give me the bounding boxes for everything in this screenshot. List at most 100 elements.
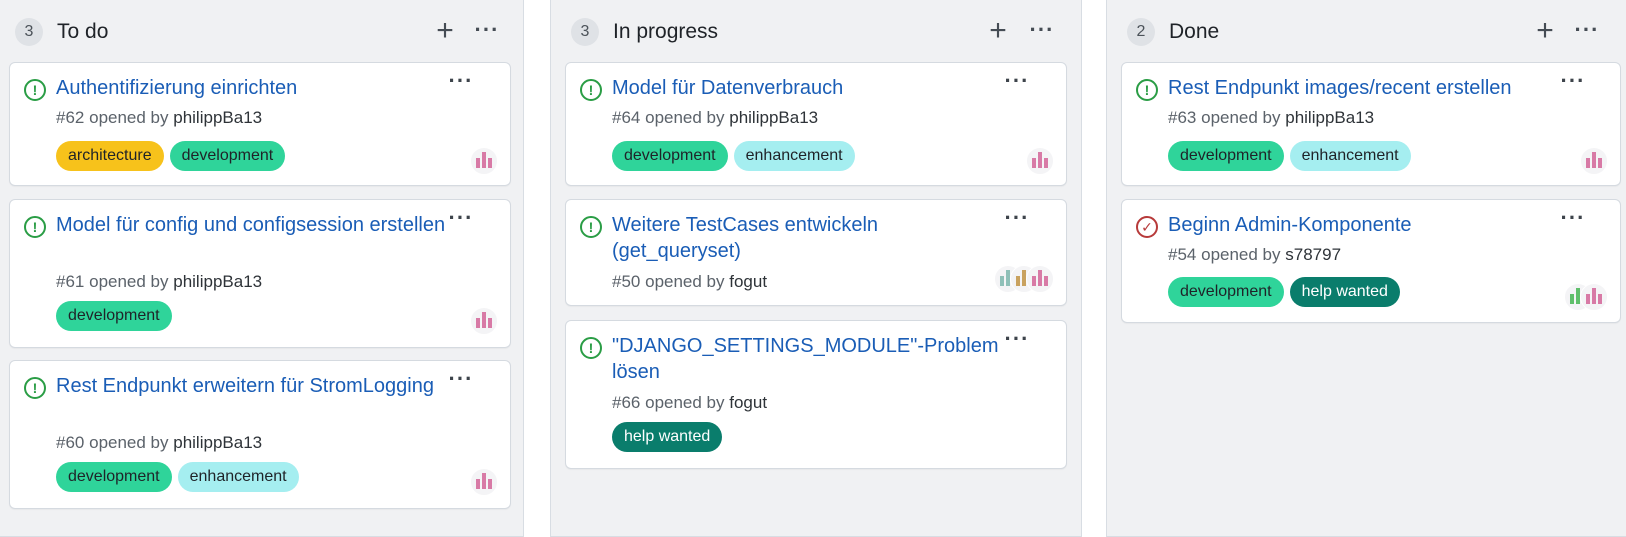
- opened-by-text: opened by: [89, 108, 169, 127]
- label-list: development help wanted: [1168, 277, 1400, 307]
- issue-number: #66: [612, 393, 641, 412]
- opened-by-text: opened by: [1201, 108, 1281, 127]
- column-menu-kebab-icon[interactable]: ···: [1573, 14, 1601, 50]
- issue-card[interactable]: ! Rest Endpunkt images/recent erstellen #6…: [1121, 62, 1621, 186]
- issue-author-link[interactable]: philippBa13: [173, 272, 262, 291]
- card-menu-kebab-icon[interactable]: ···: [1002, 70, 1032, 97]
- card-menu-kebab-icon[interactable]: ···: [446, 368, 476, 395]
- label-list: development enhancement: [1168, 141, 1411, 171]
- card-menu-kebab-icon[interactable]: ···: [1002, 328, 1032, 355]
- issue-meta: #60 opened by philippBa13: [56, 432, 262, 454]
- label-architecture[interactable]: architecture: [56, 141, 164, 171]
- label-enhancement[interactable]: enhancement: [177, 462, 299, 492]
- issue-title-link[interactable]: Rest Endpunkt images/recent erstellen: [1168, 75, 1560, 101]
- issue-title-link[interactable]: Beginn Admin-Komponente: [1168, 212, 1560, 238]
- label-list: architecture development: [56, 141, 286, 171]
- card-menu-kebab-icon[interactable]: ···: [446, 207, 476, 234]
- board-column-1: 3 In progress + ···! Model für Datenverbrauc…: [550, 0, 1082, 537]
- issue-author-link[interactable]: philippBa13: [173, 433, 262, 452]
- column-menu-kebab-icon[interactable]: ···: [1028, 14, 1056, 50]
- opened-by-text: opened by: [89, 272, 169, 291]
- issue-closed-icon: ✓: [1136, 216, 1158, 238]
- column-count-badge: 2: [1127, 18, 1155, 46]
- label-help-wanted[interactable]: help wanted: [612, 422, 723, 452]
- issue-card[interactable]: ! Authentifizierung einrichten #62 opened …: [9, 62, 511, 186]
- assignee-avatars: [470, 468, 498, 496]
- issue-title-link[interactable]: Model für config und configsession erste…: [56, 212, 448, 238]
- assignee-avatar[interactable]: [1026, 147, 1054, 175]
- issue-number: #62: [56, 108, 85, 127]
- label-enhancement[interactable]: enhancement: [1289, 141, 1411, 171]
- issue-meta: #62 opened by philippBa13: [56, 107, 262, 129]
- card-menu-kebab-icon[interactable]: ···: [1558, 70, 1588, 97]
- issue-card[interactable]: ! Model für Datenverbrauch #64 opened by p…: [565, 62, 1067, 186]
- issue-number: #60: [56, 433, 85, 452]
- opened-by-text: opened by: [1201, 245, 1281, 264]
- issue-number: #61: [56, 272, 85, 291]
- issue-author-link[interactable]: philippBa13: [173, 108, 262, 127]
- add-card-plus-icon[interactable]: +: [431, 14, 459, 50]
- column-menu-kebab-icon[interactable]: ···: [473, 14, 501, 50]
- card-menu-kebab-icon[interactable]: ···: [1558, 207, 1588, 234]
- assignee-avatar[interactable]: [470, 307, 498, 335]
- issue-open-icon: !: [24, 377, 46, 399]
- assignee-avatar[interactable]: [1580, 283, 1608, 311]
- assignee-avatars: [994, 265, 1054, 293]
- column-title: In progress: [613, 20, 719, 43]
- issue-card[interactable]: ! Rest Endpunkt erweitern für StromLoggin…: [9, 360, 511, 509]
- issue-author-link[interactable]: fogut: [729, 272, 767, 291]
- board-column-0: 3 To do + ···! Authentifizierung einrichten #…: [0, 0, 524, 537]
- column-count-badge: 3: [571, 18, 599, 46]
- issue-card[interactable]: ! Weitere TestCases entwickeln (get_query…: [565, 199, 1067, 306]
- issue-card[interactable]: ✓ Beginn Admin-Komponente #54 opened by s7…: [1121, 199, 1621, 323]
- label-development[interactable]: development: [169, 141, 286, 171]
- board-column-2: 2 Done + ···! Rest Endpunkt images/recent er…: [1106, 0, 1626, 537]
- issue-card[interactable]: ! Model für config und configsession erst…: [9, 199, 511, 348]
- column-count-badge: 3: [15, 18, 43, 46]
- card-menu-kebab-icon[interactable]: ···: [1002, 207, 1032, 234]
- issue-title-link[interactable]: Rest Endpunkt erweitern für StromLogging: [56, 373, 448, 399]
- issue-author-link[interactable]: philippBa13: [729, 108, 818, 127]
- issue-meta: #54 opened by s78797: [1168, 244, 1341, 266]
- assignee-avatar[interactable]: [1580, 147, 1608, 175]
- label-development[interactable]: development: [1168, 277, 1284, 307]
- assignee-avatar[interactable]: [1026, 265, 1054, 293]
- add-card-plus-icon[interactable]: +: [984, 14, 1012, 50]
- label-development[interactable]: development: [56, 301, 172, 331]
- issue-open-icon: !: [580, 337, 602, 359]
- card-menu-kebab-icon[interactable]: ···: [446, 70, 476, 97]
- issue-open-icon: !: [24, 79, 46, 101]
- label-list: help wanted: [612, 422, 723, 452]
- label-development[interactable]: development: [1168, 141, 1284, 171]
- issue-number: #50: [612, 272, 641, 291]
- column-title: To do: [57, 20, 109, 43]
- column-header: 2 Done + ···: [1107, 14, 1626, 50]
- issue-title-link[interactable]: Weitere TestCases entwickeln (get_querys…: [612, 212, 1004, 264]
- label-help-wanted[interactable]: help wanted: [1289, 277, 1400, 307]
- issue-author-link[interactable]: fogut: [729, 393, 767, 412]
- label-list: development: [56, 301, 172, 331]
- issue-meta: #64 opened by philippBa13: [612, 107, 818, 129]
- column-title: Done: [1169, 20, 1220, 43]
- label-development[interactable]: development: [56, 462, 172, 492]
- issue-title-link[interactable]: Authentifizierung einrichten: [56, 75, 448, 101]
- issue-title-link[interactable]: "DJANGO_SETTINGS_MODULE"-Problem lösen: [612, 333, 1004, 385]
- issue-card[interactable]: ! "DJANGO_SETTINGS_MODULE"-Problem lösen #…: [565, 320, 1067, 469]
- issue-title-link[interactable]: Model für Datenverbrauch: [612, 75, 1004, 101]
- label-list: development enhancement: [56, 462, 299, 492]
- assignee-avatars: [1564, 283, 1608, 311]
- opened-by-text: opened by: [645, 393, 725, 412]
- issue-author-link[interactable]: philippBa13: [1285, 108, 1374, 127]
- assignee-avatars: [470, 147, 498, 175]
- assignee-avatar[interactable]: [470, 468, 498, 496]
- issue-author-link[interactable]: s78797: [1285, 245, 1341, 264]
- label-development[interactable]: development: [612, 141, 728, 171]
- issue-open-icon: !: [580, 216, 602, 238]
- issue-meta: #66 opened by fogut: [612, 392, 767, 414]
- add-card-plus-icon[interactable]: +: [1531, 14, 1559, 50]
- opened-by-text: opened by: [645, 272, 725, 291]
- assignee-avatar[interactable]: [470, 147, 498, 175]
- label-enhancement[interactable]: enhancement: [733, 141, 855, 171]
- label-list: development enhancement: [612, 141, 855, 171]
- issue-open-icon: !: [24, 216, 46, 238]
